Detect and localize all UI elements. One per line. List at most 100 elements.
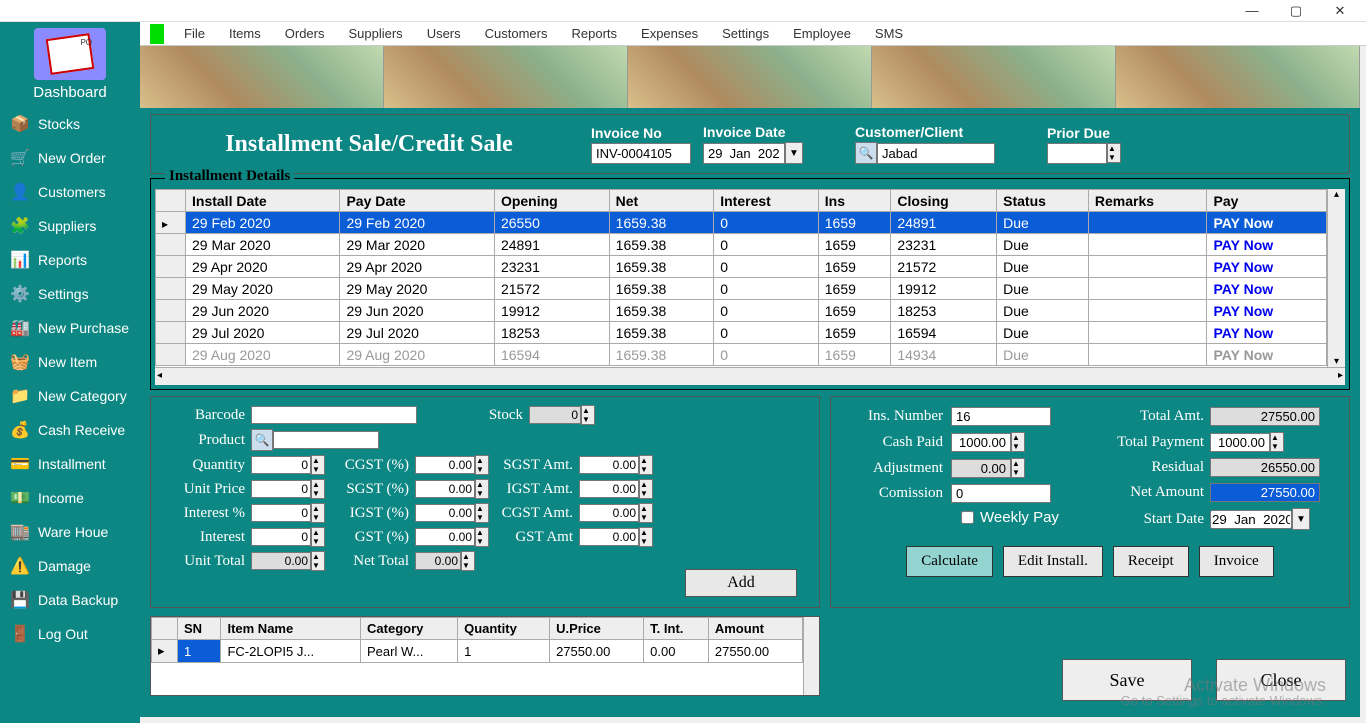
sidebar-item-new-order[interactable]: 🛒New Order	[0, 141, 140, 175]
cgst-amt-input[interactable]	[579, 504, 639, 522]
net-amount-input[interactable]	[1210, 483, 1320, 502]
menu-settings[interactable]: Settings	[710, 26, 781, 41]
vertical-scrollbar[interactable]	[803, 617, 819, 695]
product-input[interactable]	[273, 431, 379, 449]
sgst-pct-input[interactable]	[415, 480, 475, 498]
calendar-icon[interactable]: ▼	[1292, 508, 1310, 530]
column-header[interactable]: Quantity	[458, 618, 550, 640]
menu-expenses[interactable]: Expenses	[629, 26, 710, 41]
menu-reports[interactable]: Reports	[560, 26, 630, 41]
pay-now-link[interactable]: PAY Now	[1207, 322, 1327, 344]
menu-users[interactable]: Users	[415, 26, 473, 41]
spinner-icon[interactable]: ▲▼	[311, 551, 325, 571]
maximize-button[interactable]: ▢	[1274, 3, 1318, 19]
close-button[interactable]: Close	[1216, 659, 1346, 701]
sidebar-item-damage[interactable]: ⚠️Damage	[0, 549, 140, 583]
menu-sms[interactable]: SMS	[863, 26, 915, 41]
interest-input[interactable]	[251, 528, 311, 546]
pay-now-link[interactable]: PAY Now	[1207, 256, 1327, 278]
pay-now-link[interactable]: PAY Now	[1207, 300, 1327, 322]
pay-now-link[interactable]: PAY Now	[1207, 234, 1327, 256]
spinner-icon[interactable]: ▲▼	[1011, 458, 1025, 478]
spinner-icon[interactable]: ▲▼	[639, 455, 653, 475]
column-header[interactable]: Net	[609, 190, 714, 212]
close-window-button[interactable]: ✕	[1318, 3, 1362, 19]
column-header[interactable]: Install Date	[186, 190, 340, 212]
sidebar-dashboard[interactable]: Dashboard	[0, 82, 140, 107]
column-header[interactable]: Item Name	[221, 618, 361, 640]
barcode-input[interactable]	[251, 406, 417, 424]
sidebar-item-reports[interactable]: 📊Reports	[0, 243, 140, 277]
add-button[interactable]: Add	[685, 569, 797, 597]
save-button[interactable]: Save	[1062, 659, 1192, 701]
menu-employee[interactable]: Employee	[781, 26, 863, 41]
table-row[interactable]: 29 May 202029 May 2020215721659.38016591…	[156, 278, 1327, 300]
sidebar-item-ware-houe[interactable]: 🏬Ware Houe	[0, 515, 140, 549]
menu-file[interactable]: File	[172, 26, 217, 41]
igst-pct-input[interactable]	[415, 504, 475, 522]
spinner-icon[interactable]: ▲▼	[475, 479, 489, 499]
calendar-icon[interactable]: ▼	[785, 142, 803, 164]
start-date-input[interactable]	[1210, 510, 1292, 529]
sidebar-item-customers[interactable]: 👤Customers	[0, 175, 140, 209]
column-header[interactable]: U.Price	[550, 618, 644, 640]
sidebar-item-suppliers[interactable]: 🧩Suppliers	[0, 209, 140, 243]
sidebar-item-new-item[interactable]: 🧺New Item	[0, 345, 140, 379]
spinner-icon[interactable]: ▲▼	[1011, 432, 1025, 452]
column-header[interactable]: Remarks	[1088, 190, 1207, 212]
column-header[interactable]: Amount	[708, 618, 802, 640]
menu-orders[interactable]: Orders	[273, 26, 337, 41]
column-header[interactable]: Opening	[494, 190, 609, 212]
pay-now-link[interactable]: PAY Now	[1207, 344, 1327, 366]
spinner-icon[interactable]: ▲▼	[1107, 143, 1121, 163]
igst-amt-input[interactable]	[579, 480, 639, 498]
minimize-button[interactable]: —	[1230, 3, 1274, 18]
spinner-icon[interactable]: ▲▼	[311, 527, 325, 547]
horizontal-scrollbar[interactable]	[155, 367, 1345, 385]
spinner-icon[interactable]: ▲▼	[1270, 432, 1284, 452]
column-header[interactable]: Pay	[1207, 190, 1327, 212]
column-header[interactable]: T. Int.	[644, 618, 709, 640]
column-header[interactable]: Interest	[714, 190, 819, 212]
cash-paid-input[interactable]	[951, 433, 1011, 452]
sidebar-item-stocks[interactable]: 📦Stocks	[0, 107, 140, 141]
quantity-input[interactable]	[251, 456, 311, 474]
ins-number-input[interactable]	[951, 407, 1051, 426]
sidebar-item-cash-receive[interactable]: 💰Cash Receive	[0, 413, 140, 447]
table-row[interactable]: 29 Feb 202029 Feb 2020265501659.38016592…	[156, 212, 1327, 234]
invoice-button[interactable]: Invoice	[1199, 546, 1274, 577]
pay-now-link[interactable]: PAY Now	[1207, 278, 1327, 300]
table-row[interactable]: 29 Jun 202029 Jun 2020199121659.38016591…	[156, 300, 1327, 322]
spinner-icon[interactable]: ▲▼	[639, 503, 653, 523]
gst-pct-input[interactable]	[415, 528, 475, 546]
edit-install-button[interactable]: Edit Install.	[1003, 546, 1103, 577]
interest-pct-input[interactable]	[251, 504, 311, 522]
cgst-pct-input[interactable]	[415, 456, 475, 474]
vertical-scrollbar[interactable]	[1327, 189, 1345, 367]
spinner-icon[interactable]: ▲▼	[311, 455, 325, 475]
calculate-button[interactable]: Calculate	[906, 546, 993, 577]
total-payment-input[interactable]	[1210, 433, 1270, 452]
sidebar-item-data-backup[interactable]: 💾Data Backup	[0, 583, 140, 617]
table-row[interactable]: 29 Mar 202029 Mar 2020248911659.38016592…	[156, 234, 1327, 256]
table-row[interactable]: 29 Aug 202029 Aug 2020165941659.38016591…	[156, 344, 1327, 366]
commission-input[interactable]	[951, 484, 1051, 503]
items-grid[interactable]: SNItem NameCategoryQuantityU.PriceT. Int…	[150, 616, 820, 696]
sgst-amt-input[interactable]	[579, 456, 639, 474]
customer-input[interactable]	[877, 143, 995, 164]
invoice-no-input[interactable]	[591, 143, 691, 164]
sidebar-item-income[interactable]: 💵Income	[0, 481, 140, 515]
column-header[interactable]: Ins	[818, 190, 891, 212]
table-row[interactable]: ▸1FC-2LOPI5 J...Pearl W...127550.000.002…	[152, 640, 803, 663]
invoice-date-input[interactable]	[703, 143, 785, 164]
spinner-icon[interactable]: ▲▼	[475, 527, 489, 547]
spinner-icon[interactable]: ▲▼	[311, 503, 325, 523]
table-row[interactable]: 29 Apr 202029 Apr 2020232311659.38016592…	[156, 256, 1327, 278]
search-icon[interactable]: 🔍	[855, 142, 877, 164]
spinner-icon[interactable]: ▲▼	[639, 527, 653, 547]
spinner-icon[interactable]: ▲▼	[311, 479, 325, 499]
pay-now-link[interactable]: PAY Now	[1207, 212, 1327, 234]
sidebar-item-installment[interactable]: 💳Installment	[0, 447, 140, 481]
unit-price-input[interactable]	[251, 480, 311, 498]
spinner-icon[interactable]: ▲▼	[475, 455, 489, 475]
